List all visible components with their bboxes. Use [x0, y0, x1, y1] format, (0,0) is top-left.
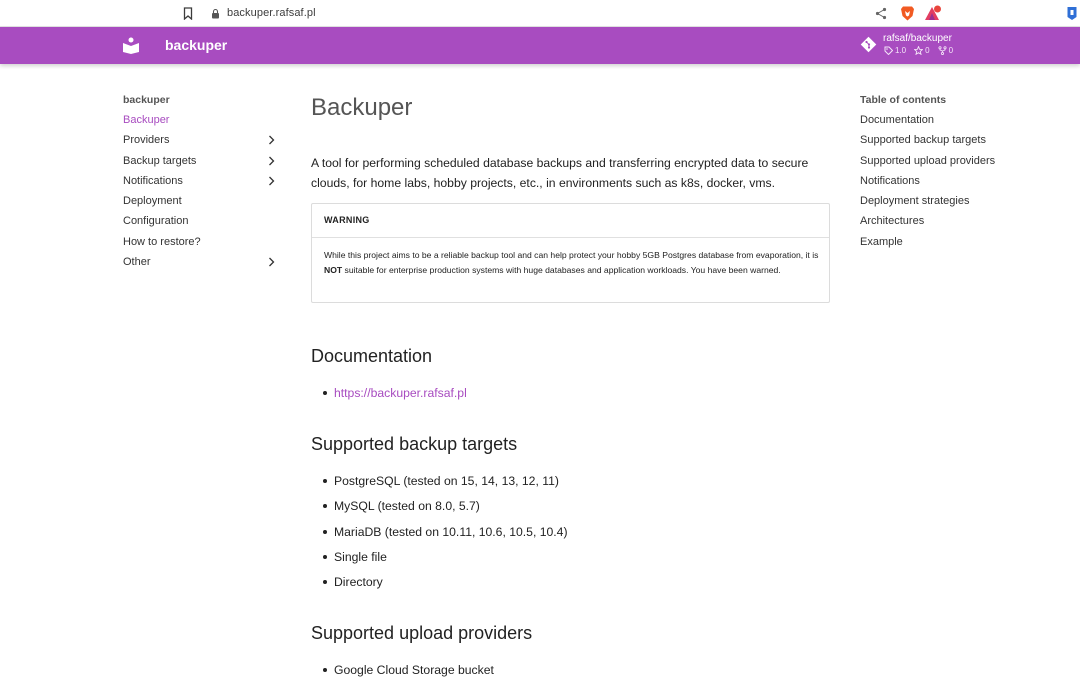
list-item: https://backuper.rafsaf.pl	[311, 386, 831, 411]
sidebar-item-label: Backup targets	[123, 154, 197, 167]
open-book-logo-icon[interactable]	[123, 37, 139, 54]
chevron-right-icon	[269, 135, 275, 145]
toc-item-deployment-strategies[interactable]: Deployment strategies	[860, 195, 1060, 215]
warning-body-start: While this project aims to be a reliable…	[324, 250, 819, 260]
repo-forks: 0	[938, 46, 953, 55]
page-title: Backuper	[311, 94, 413, 121]
repo-forks-value: 0	[948, 46, 954, 55]
bookmark-icon[interactable]	[183, 7, 193, 20]
toc-item-example[interactable]: Example	[860, 236, 1060, 256]
chevron-right-icon	[269, 156, 275, 166]
warning-emphasis: NOT	[324, 265, 343, 276]
brave-rewards-icon[interactable]	[924, 5, 942, 22]
sidebar-item-label: Providers	[123, 134, 170, 147]
repo-version: 1.0	[884, 46, 906, 55]
lock-icon[interactable]	[211, 8, 220, 19]
tag-icon	[884, 46, 893, 55]
chevron-right-icon	[269, 257, 275, 267]
warning-divider	[312, 237, 829, 238]
backup-targets-heading: Supported backup targets	[311, 434, 518, 454]
table-of-contents: Table of contents Documentation Supporte…	[860, 94, 1060, 256]
sidebar-item-how-to-restore[interactable]: How to restore?	[123, 236, 283, 256]
list-item: PostgreSQL (tested on 15, 14, 13, 12, 11…	[311, 474, 831, 499]
site-title[interactable]: backuper	[165, 37, 227, 53]
sidebar-item-label: Notifications	[123, 174, 183, 187]
toc-item-documentation[interactable]: Documentation	[860, 114, 1060, 134]
documentation-heading: Documentation	[311, 346, 433, 366]
sidebar-item-label: How to restore?	[123, 235, 201, 248]
repo-version-value: 1.0	[895, 46, 907, 55]
list-item: Single file	[311, 550, 831, 575]
share-icon[interactable]	[875, 7, 887, 20]
sidebar-heading: backuper	[123, 94, 170, 106]
warning-body: While this project aims to be a reliable…	[324, 248, 819, 279]
warning-body-end: suitable for enterprise production syste…	[342, 265, 781, 276]
extension-icon[interactable]	[1066, 6, 1078, 21]
list-item: Google Cloud Storage bucket	[311, 663, 831, 678]
browser-toolbar: backuper.rafsaf.pl	[0, 0, 1080, 27]
sidebar-item-configuration[interactable]: Configuration	[123, 215, 283, 235]
repo-stars-value: 0	[925, 46, 930, 55]
intro-paragraph: A tool for performing scheduled database…	[311, 156, 809, 190]
sidebar-item-providers[interactable]: Providers	[123, 134, 283, 154]
upload-providers-list: Google Cloud Storage bucket	[311, 663, 831, 678]
upload-providers-heading: Supported upload providers	[311, 623, 533, 643]
toc-item-supported-backup-targets[interactable]: Supported backup targets	[860, 134, 1060, 154]
sidebar-item-notifications[interactable]: Notifications	[123, 175, 283, 195]
sidebar-item-backup-targets[interactable]: Backup targets	[123, 155, 283, 175]
toc-item-supported-upload-providers[interactable]: Supported upload providers	[860, 155, 1060, 175]
brave-icon[interactable]	[900, 5, 915, 22]
toc-heading: Table of contents	[860, 94, 947, 106]
repo-stars: 0	[914, 46, 930, 55]
warning-title: WARNING	[324, 215, 370, 225]
list-item: MariaDB (tested on 10.11, 10.6, 10.5, 10…	[311, 525, 831, 550]
sidebar-item-other[interactable]: Other	[123, 256, 283, 276]
sidebar-item-label: Backuper	[123, 114, 170, 126]
sidebar-item-label: Deployment	[123, 195, 182, 208]
sidebar-item-backuper[interactable]: Backuper	[123, 114, 283, 134]
primary-sidebar-nav: backuper Backuper Providers Backup targe…	[123, 94, 283, 276]
sidebar-item-label: Configuration	[123, 215, 189, 228]
site-header: backuper rafsaf/backuper 1.0 0 0	[0, 27, 1080, 64]
sidebar-item-label: Other	[123, 256, 151, 269]
toc-item-architectures[interactable]: Architectures	[860, 215, 1060, 235]
documentation-link[interactable]: https://backuper.rafsaf.pl	[334, 386, 467, 400]
repo-link[interactable]: rafsaf/backuper	[883, 33, 952, 44]
address-bar-url[interactable]: backuper.rafsaf.pl	[227, 7, 316, 19]
star-icon	[914, 46, 924, 55]
backup-targets-list: PostgreSQL (tested on 15, 14, 13, 12, 11…	[311, 474, 831, 600]
documentation-list: https://backuper.rafsaf.pl	[311, 386, 831, 411]
repo-facts: 1.0 0 0	[884, 46, 953, 55]
chevron-right-icon	[269, 176, 275, 186]
list-item: MySQL (tested on 8.0, 5.7)	[311, 499, 831, 524]
fork-icon	[938, 46, 947, 55]
git-icon[interactable]	[860, 36, 877, 53]
warning-admonition: WARNING While this project aims to be a …	[311, 203, 830, 303]
sidebar-item-deployment[interactable]: Deployment	[123, 195, 283, 215]
toc-item-notifications[interactable]: Notifications	[860, 175, 1060, 195]
list-item: Directory	[311, 575, 831, 600]
